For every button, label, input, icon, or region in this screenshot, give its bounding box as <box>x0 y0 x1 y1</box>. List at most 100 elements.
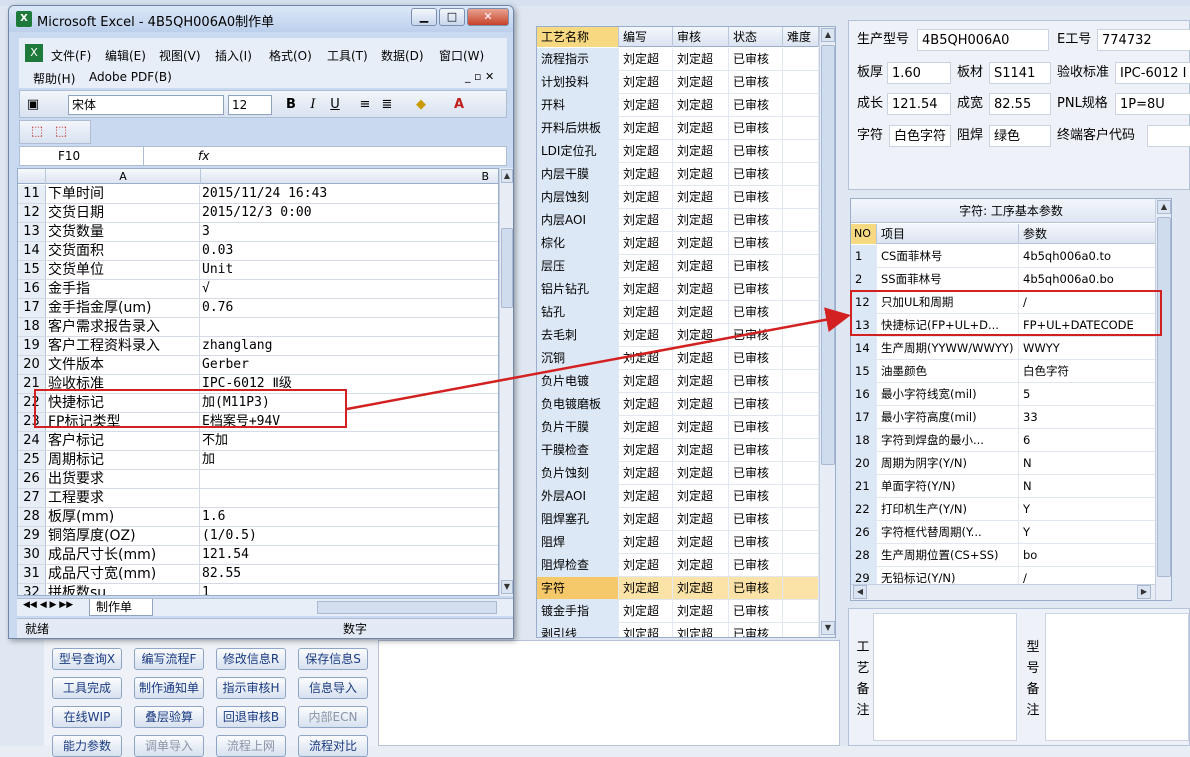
process-name-cell[interactable]: 棕化 <box>537 232 619 254</box>
cell-a[interactable]: 成品尺寸宽(mm) <box>46 565 200 583</box>
scroll-right-icon[interactable]: ▶ <box>1137 585 1151 599</box>
param-value-cell[interactable]: 6 <box>1019 429 1169 451</box>
process-name-cell[interactable]: 钻孔 <box>537 301 619 323</box>
row-number[interactable]: 13 <box>18 223 46 241</box>
cell-b[interactable]: 1 <box>200 584 490 595</box>
cell-b[interactable]: 3 <box>200 223 490 241</box>
font-name-select[interactable]: 宋体 <box>68 95 224 115</box>
param-value-cell[interactable]: 5 <box>1019 383 1169 405</box>
model-field[interactable]: 4B5QH006A0 <box>917 29 1049 51</box>
param-item-cell[interactable]: 字符到焊盘的最小... <box>877 429 1019 451</box>
process-table[interactable]: 工艺名称 编写 审核 状态 难度 流程指示 刘定超 刘定超 已审核 计划投料 刘定超 刘定超… <box>536 26 836 638</box>
cell-a[interactable]: 成品尺寸长(mm) <box>46 546 200 564</box>
row-number[interactable]: 28 <box>18 508 46 526</box>
process-name-cell[interactable]: 负片蚀刻 <box>537 462 619 484</box>
menu-data[interactable]: 数据(D) <box>381 47 424 64</box>
header-item[interactable]: 项目 <box>877 224 1019 244</box>
cell-a[interactable]: 金手指金厚(um) <box>46 299 200 317</box>
process-row[interactable]: 干膜检查 刘定超 刘定超 已审核 <box>537 439 819 462</box>
header-no[interactable]: NO <box>851 224 877 244</box>
cell-a[interactable]: 拼板数su <box>46 584 200 595</box>
status-cell[interactable]: 已审核 <box>729 600 783 622</box>
process-row[interactable]: 负片干膜 刘定超 刘定超 已审核 <box>537 416 819 439</box>
process-row[interactable]: 负片电镀 刘定超 刘定超 已审核 <box>537 370 819 393</box>
action-button[interactable]: 制作通知单 <box>134 677 204 699</box>
cell-a[interactable]: 交货日期 <box>46 204 200 222</box>
status-cell[interactable]: 已审核 <box>729 577 783 599</box>
writer-cell[interactable]: 刘定超 <box>619 577 673 599</box>
status-cell[interactable]: 已审核 <box>729 186 783 208</box>
process-scrollbar[interactable]: ▲ ▼ <box>819 27 835 637</box>
cell-b[interactable]: 2015/12/3 0:00 <box>200 204 490 222</box>
minimize-icon[interactable]: ▁ <box>411 8 437 26</box>
process-row[interactable]: 沉铜 刘定超 刘定超 已审核 <box>537 347 819 370</box>
param-item-cell[interactable]: 生产周期位置(CS+SS) <box>877 544 1019 566</box>
row-number[interactable]: 27 <box>18 489 46 507</box>
param-value-cell[interactable]: 4b5qh006a0.to <box>1019 245 1169 267</box>
excel-window[interactable]: X Microsoft Excel - 4B5QH006A0制作单 ▁ □ ✕ … <box>8 5 514 639</box>
action-button[interactable]: 流程对比 <box>298 735 368 757</box>
difficulty-cell[interactable] <box>783 623 819 637</box>
param-row[interactable]: 2 SS面菲林号 4b5qh006a0.bo <box>851 268 1169 291</box>
difficulty-cell[interactable] <box>783 577 819 599</box>
reviewer-cell[interactable]: 刘定超 <box>673 439 729 461</box>
status-cell[interactable]: 已审核 <box>729 462 783 484</box>
writer-cell[interactable]: 刘定超 <box>619 255 673 277</box>
reviewer-cell[interactable]: 刘定超 <box>673 623 729 637</box>
excel-titlebar[interactable]: X Microsoft Excel - 4B5QH006A0制作单 ▁ □ ✕ <box>9 6 513 32</box>
process-name-cell[interactable]: 阻焊塞孔 <box>537 508 619 530</box>
row-number[interactable]: 19 <box>18 337 46 355</box>
italic-icon[interactable]: I <box>304 96 322 114</box>
process-name-cell[interactable]: 沉铜 <box>537 347 619 369</box>
menu-window[interactable]: 窗口(W) <box>439 47 484 64</box>
action-button[interactable]: 型号查询X <box>52 648 122 670</box>
reviewer-cell[interactable]: 刘定超 <box>673 186 729 208</box>
reviewer-cell[interactable]: 刘定超 <box>673 278 729 300</box>
cell-b[interactable]: 不加 <box>200 432 490 450</box>
cell-a[interactable]: 交货单位 <box>46 261 200 279</box>
writer-cell[interactable]: 刘定超 <box>619 485 673 507</box>
corner-cell[interactable] <box>18 169 46 184</box>
cell-a[interactable]: 下单时间 <box>46 185 200 203</box>
param-no-cell[interactable]: 21 <box>851 475 877 497</box>
menu-view[interactable]: 视图(V) <box>159 47 201 64</box>
status-cell[interactable]: 已审核 <box>729 324 783 346</box>
param-item-cell[interactable]: 周期为阴字(Y/N) <box>877 452 1019 474</box>
row-number[interactable]: 12 <box>18 204 46 222</box>
param-value-cell[interactable]: Y <box>1019 521 1169 543</box>
menu-format[interactable]: 格式(O) <box>269 47 312 64</box>
process-name-cell[interactable]: 外层AOI <box>537 485 619 507</box>
cell-a[interactable]: 周期标记 <box>46 451 200 469</box>
writer-cell[interactable]: 刘定超 <box>619 462 673 484</box>
process-name-cell[interactable]: 去毛刺 <box>537 324 619 346</box>
font-size-select[interactable]: 12 <box>228 95 272 115</box>
param-no-cell[interactable]: 15 <box>851 360 877 382</box>
row-number[interactable]: 18 <box>18 318 46 336</box>
writer-cell[interactable]: 刘定超 <box>619 600 673 622</box>
close-icon[interactable]: ✕ <box>467 8 509 26</box>
status-cell[interactable]: 已审核 <box>729 485 783 507</box>
process-name-cell[interactable]: 镀金手指 <box>537 600 619 622</box>
param-value-cell[interactable]: 4b5qh006a0.bo <box>1019 268 1169 290</box>
difficulty-cell[interactable] <box>783 232 819 254</box>
param-item-cell[interactable]: 最小字符线宽(mil) <box>877 383 1019 405</box>
status-cell[interactable]: 已审核 <box>729 623 783 637</box>
cell-b[interactable] <box>200 470 490 488</box>
reviewer-cell[interactable]: 刘定超 <box>673 531 729 553</box>
status-cell[interactable]: 已审核 <box>729 508 783 530</box>
params-hscrollbar[interactable]: ◀ ▶ <box>851 584 1155 600</box>
menu-file[interactable]: 文件(F) <box>51 47 91 64</box>
scroll-left-icon[interactable]: ◀ <box>853 585 867 599</box>
difficulty-cell[interactable] <box>783 600 819 622</box>
menu-insert[interactable]: 插入(I) <box>215 47 252 64</box>
process-row[interactable]: 内层干膜 刘定超 刘定超 已审核 <box>537 163 819 186</box>
writer-cell[interactable]: 刘定超 <box>619 393 673 415</box>
difficulty-cell[interactable] <box>783 301 819 323</box>
action-button[interactable]: 叠层验算 <box>134 706 204 728</box>
action-button[interactable]: 内部ECN <box>298 706 368 728</box>
status-cell[interactable]: 已审核 <box>729 94 783 116</box>
param-item-cell[interactable]: 打印机生产(Y/N) <box>877 498 1019 520</box>
reviewer-cell[interactable]: 刘定超 <box>673 232 729 254</box>
process-name-cell[interactable]: 流程指示 <box>537 48 619 70</box>
writer-cell[interactable]: 刘定超 <box>619 278 673 300</box>
